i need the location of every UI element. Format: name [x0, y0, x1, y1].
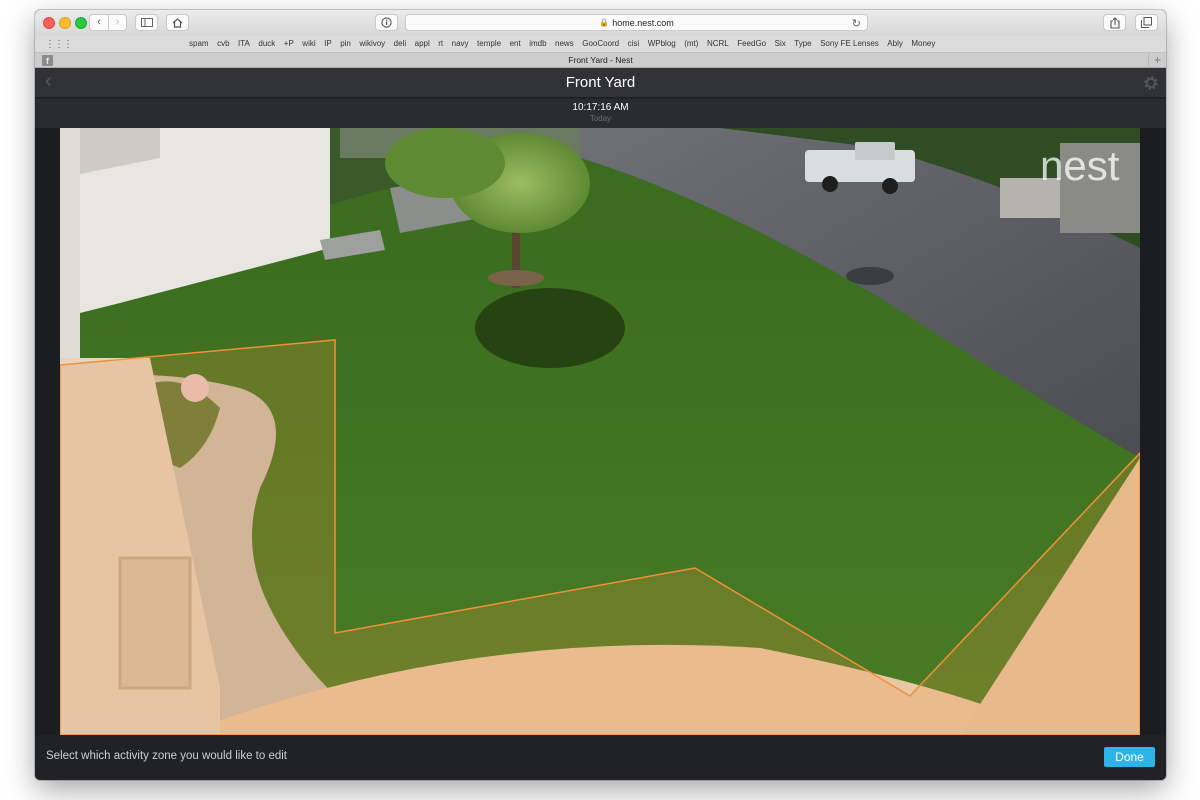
chevron-right-icon[interactable]: ›: [108, 15, 126, 30]
bookmark-item[interactable]: Money: [911, 39, 935, 48]
lock-icon: 🔒: [599, 18, 610, 27]
bookmark-item[interactable]: pin: [340, 39, 351, 48]
camera-header: ‹ Front Yard: [35, 68, 1166, 98]
camera-feed: nest: [60, 128, 1140, 735]
bookmark-item[interactable]: deli: [394, 39, 406, 48]
plus-icon[interactable]: +: [1148, 53, 1166, 68]
maximize-window-button[interactable]: [75, 17, 87, 29]
video-area: nest: [35, 128, 1166, 735]
close-window-button[interactable]: [43, 17, 55, 29]
zone-edit-bar: Select which activity zone you would lik…: [35, 735, 1166, 780]
bookmark-item[interactable]: Sony FE Lenses: [820, 39, 879, 48]
browser-toolbar: ‹ › 🔒 home.nest.com ↻: [35, 10, 1166, 36]
reload-icon[interactable]: ↻: [852, 17, 861, 30]
nest-watermark: nest: [1040, 142, 1120, 189]
tabs-icon: [1141, 17, 1152, 28]
back-forward-group: ‹ ›: [89, 14, 127, 31]
bookmark-item[interactable]: Six: [775, 39, 786, 48]
home-icon: [172, 17, 183, 28]
bookmark-item[interactable]: rt: [438, 39, 443, 48]
bookmark-item[interactable]: Type: [794, 39, 811, 48]
bookmark-item[interactable]: wikivoy: [359, 39, 385, 48]
bookmark-item[interactable]: ent: [510, 39, 521, 48]
minimize-window-button[interactable]: [59, 17, 71, 29]
address-bar[interactable]: 🔒 home.nest.com ↻: [405, 14, 868, 31]
bookmark-item[interactable]: spam: [189, 39, 209, 48]
show-tabs-button[interactable]: [1135, 14, 1158, 31]
bookmark-item[interactable]: cvb: [217, 39, 229, 48]
done-button[interactable]: Done: [1104, 747, 1155, 767]
page-title: Front Yard: [565, 74, 636, 91]
bookmark-item[interactable]: ITA: [238, 39, 250, 48]
bookmark-item[interactable]: news: [555, 39, 574, 48]
bookmark-item[interactable]: duck: [258, 39, 275, 48]
grid-icon[interactable]: ⋮⋮⋮: [45, 39, 73, 50]
bookmark-item[interactable]: +P: [284, 39, 294, 48]
bookmark-item[interactable]: imdb: [529, 39, 546, 48]
info-icon: [381, 17, 392, 28]
tab-bar: f Front Yard - Nest +: [35, 53, 1166, 68]
sidebar-icon: [140, 18, 153, 27]
sidebar-button[interactable]: [135, 14, 158, 31]
browser-window: ‹ › 🔒 home.nest.com ↻ ⋮⋮⋮ spam cvb ITA d…: [35, 10, 1166, 780]
bookmark-item[interactable]: IP: [324, 39, 332, 48]
bookmark-item[interactable]: wiki: [302, 39, 315, 48]
bookmark-item[interactable]: WPblog: [648, 39, 676, 48]
day-label: Today: [589, 114, 612, 123]
bookmark-item[interactable]: temple: [477, 39, 501, 48]
chevron-left-icon[interactable]: ‹: [90, 15, 108, 30]
bookmark-item[interactable]: (mt): [684, 39, 698, 48]
timestamp-bar: 10:17:16 AM Today: [35, 99, 1166, 128]
reader-button[interactable]: [375, 14, 398, 31]
bookmark-item[interactable]: NCRL: [707, 39, 729, 48]
address-url: home.nest.com: [612, 17, 674, 28]
bookmark-item[interactable]: Ably: [887, 39, 903, 48]
camera-image: nest: [60, 128, 1140, 735]
bookmark-item[interactable]: GooCoord: [582, 39, 619, 48]
share-icon: [1109, 16, 1120, 29]
timestamp: 10:17:16 AM: [572, 102, 629, 113]
share-button[interactable]: [1103, 14, 1126, 31]
bookmark-list: spam cvb ITA duck +P wiki IP pin wikivoy…: [189, 39, 944, 48]
bookmark-item[interactable]: cisi: [628, 39, 640, 48]
bookmark-item[interactable]: navy: [452, 39, 469, 48]
gear-icon[interactable]: [1142, 74, 1160, 92]
bookmarks-bar: ⋮⋮⋮ spam cvb ITA duck +P wiki IP pin wik…: [35, 36, 1166, 53]
home-button[interactable]: [166, 14, 189, 31]
zone-hint-text: Select which activity zone you would lik…: [46, 750, 287, 762]
bookmark-item[interactable]: appl: [415, 39, 430, 48]
tab-title[interactable]: Front Yard - Nest: [35, 55, 1166, 65]
bookmark-item[interactable]: FeedGo: [737, 39, 766, 48]
